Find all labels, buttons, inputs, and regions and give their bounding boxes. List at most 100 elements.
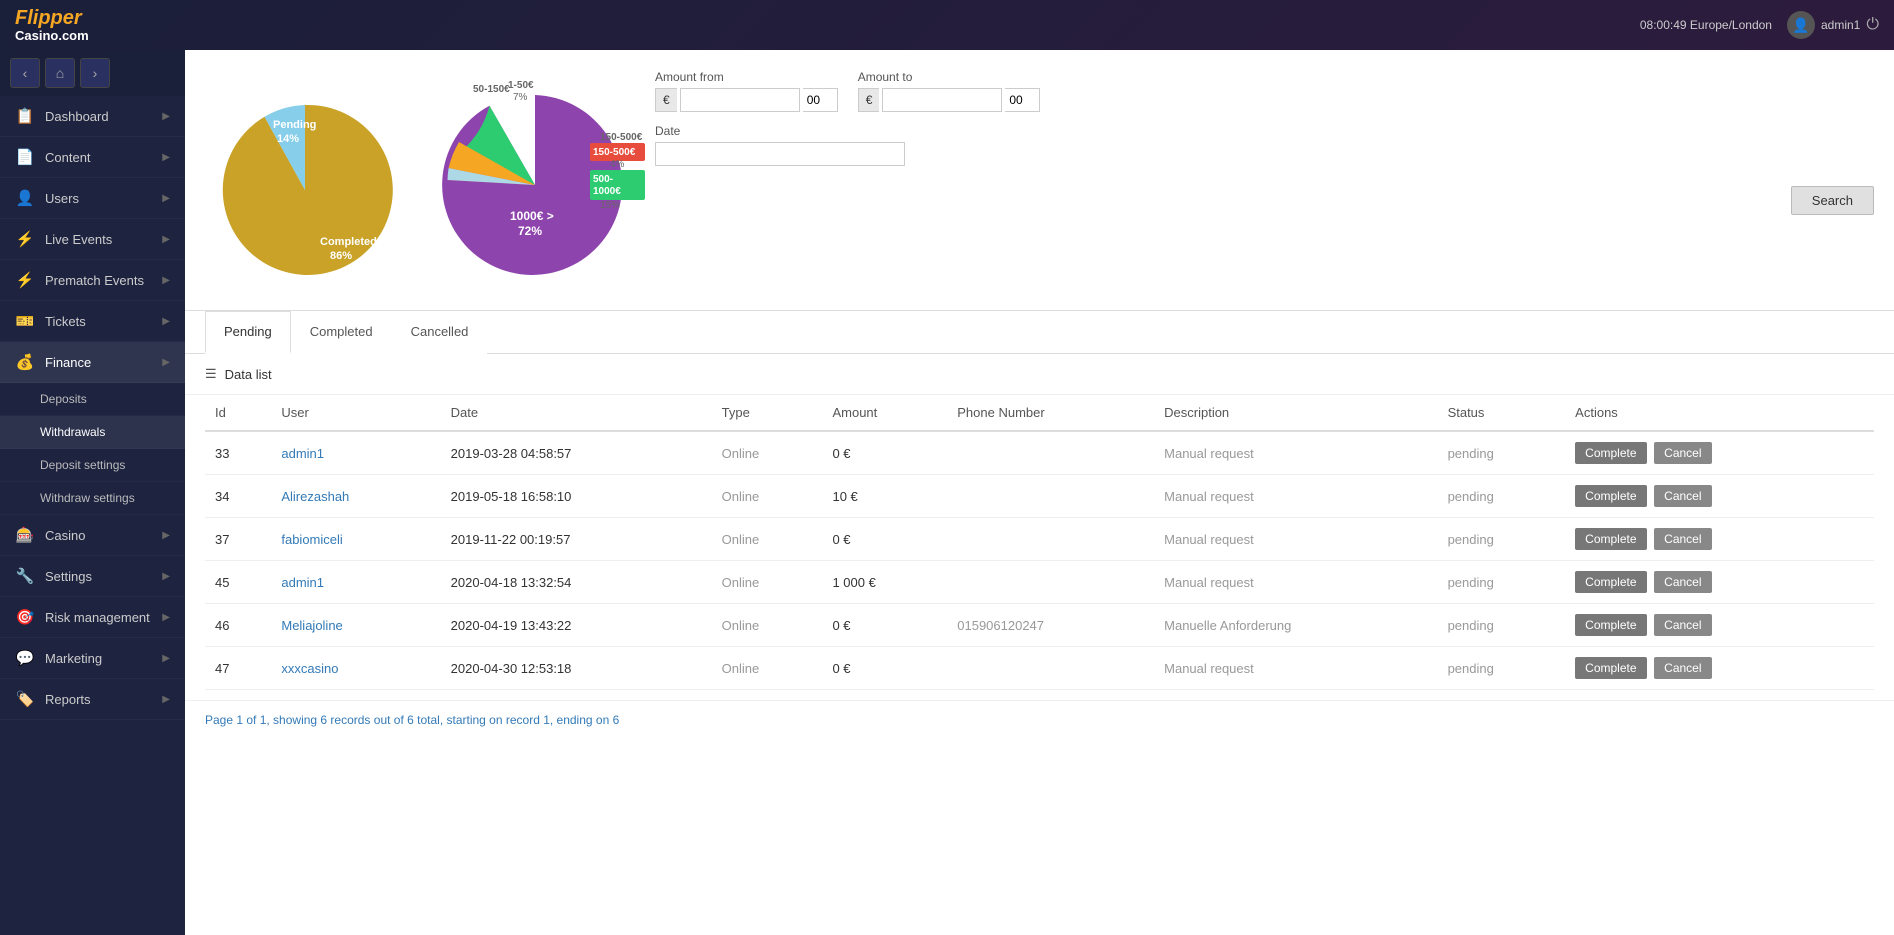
cell-user[interactable]: admin1 [271,561,440,604]
cell-date: 2020-04-19 13:43:22 [441,604,712,647]
svg-text:4%: 4% [610,159,625,170]
casino-icon: 🎰 [15,526,35,544]
cell-actions: Complete Cancel [1565,518,1874,561]
col-phone: Phone Number [947,395,1154,431]
users-icon: 👤 [15,189,35,207]
cancel-button[interactable]: Cancel [1654,485,1711,507]
cell-user[interactable]: admin1 [271,431,440,475]
sidebar-item-content[interactable]: 📄 Content ▶ [0,137,185,178]
amount-from-cents[interactable] [803,88,838,112]
cell-id: 34 [205,475,271,518]
amount-to-input[interactable] [882,88,1002,112]
list-icon: ☰ [205,366,217,382]
date-input[interactable] [655,142,905,166]
tab-pending[interactable]: Pending [205,311,291,354]
svg-text:1000€ >: 1000€ > [510,209,554,223]
cell-user[interactable]: Alirezashah [271,475,440,518]
home-nav-button[interactable]: ⌂ [45,58,75,88]
date-label: Date [655,124,1874,138]
sidebar-label-live-events: Live Events [45,232,112,247]
cell-date: 2019-05-18 16:58:10 [441,475,712,518]
cancel-button[interactable]: Cancel [1654,614,1711,636]
chevron-right-icon: ▶ [162,357,170,368]
live-events-icon: ⚡ [15,230,35,248]
sidebar-nav-controls: ‹ ⌂ › [0,50,185,96]
chevron-right-icon: ▶ [162,193,170,204]
cell-user[interactable]: Meliajoline [271,604,440,647]
svg-text:Completed: Completed [320,236,377,248]
svg-text:7%: 7% [513,92,528,103]
cell-amount: 10 € [822,475,947,518]
complete-button[interactable]: Complete [1575,571,1646,593]
content-area: Pending 14% Completed 86% [185,50,1894,935]
sidebar-sub-withdrawals[interactable]: Withdrawals [0,416,185,449]
filter-group-amount-to: Amount to € [858,70,1041,112]
chevron-right-icon: ▶ [162,530,170,541]
cell-id: 45 [205,561,271,604]
filter-row-amounts: Amount from € Amount to € [655,70,1874,112]
sidebar-sub-deposit-settings[interactable]: Deposit settings [0,449,185,482]
cancel-button[interactable]: Cancel [1654,442,1711,464]
sidebar-item-dashboard[interactable]: 📋 Dashboard ▶ [0,96,185,137]
cell-amount: 0 € [822,604,947,647]
content-icon: 📄 [15,148,35,166]
forward-nav-button[interactable]: › [80,58,110,88]
sidebar-item-risk-management[interactable]: 🎯 Risk management ▶ [0,597,185,638]
sidebar-item-tickets[interactable]: 🎫 Tickets ▶ [0,301,185,342]
sidebar-item-reports[interactable]: 🏷️ Reports ▶ [0,679,185,720]
withdraw-settings-label: Withdraw settings [40,491,135,505]
amount-from-input[interactable] [680,88,800,112]
cell-date: 2019-03-28 04:58:57 [441,431,712,475]
sidebar-item-casino[interactable]: 🎰 Casino ▶ [0,515,185,556]
tab-cancelled[interactable]: Cancelled [392,311,488,354]
chevron-right-icon: ▶ [162,234,170,245]
cell-phone: 015906120247 [947,604,1154,647]
svg-text:500-: 500- [593,174,613,185]
chevron-right-icon: ▶ [162,571,170,582]
sidebar-item-live-events[interactable]: ⚡ Live Events ▶ [0,219,185,260]
sidebar-item-finance[interactable]: 💰 Finance ▶ [0,342,185,383]
charts-container: Pending 14% Completed 86% [205,70,625,290]
complete-button[interactable]: Complete [1575,485,1646,507]
cell-user[interactable]: fabiomiceli [271,518,440,561]
cancel-button[interactable]: Cancel [1654,657,1711,679]
cell-user[interactable]: xxxcasino [271,647,440,690]
complete-button[interactable]: Complete [1575,657,1646,679]
cell-description: Manual request [1154,431,1437,475]
svg-text:14%: 14% [277,133,299,145]
sidebar-label-dashboard: Dashboard [45,109,109,124]
pie-chart-status: Pending 14% Completed 86% [205,70,405,290]
topbar-right: 08:00:49 Europe/London 👤 admin1 ⏻ [1640,11,1879,39]
cancel-button[interactable]: Cancel [1654,571,1711,593]
svg-text:50-150€: 50-150€ [473,84,510,95]
finance-icon: 💰 [15,353,35,371]
sidebar-sub-deposits[interactable]: Deposits [0,383,185,416]
sidebar-label-settings: Settings [45,569,92,584]
amount-to-cents[interactable] [1005,88,1040,112]
cancel-button[interactable]: Cancel [1654,528,1711,550]
cell-amount: 0 € [822,647,947,690]
chevron-right-icon: ▶ [162,612,170,623]
table-row: 47 xxxcasino 2020-04-30 12:53:18 Online … [205,647,1874,690]
svg-text:86%: 86% [330,250,352,262]
topbar-user[interactable]: 👤 admin1 ⏻ [1787,11,1879,39]
sidebar-item-users[interactable]: 👤 Users ▶ [0,178,185,219]
cell-id: 33 [205,431,271,475]
cell-type: Online [712,475,823,518]
search-button[interactable]: Search [1791,186,1874,215]
svg-text:1-50€: 1-50€ [508,80,534,91]
tab-completed[interactable]: Completed [291,311,392,354]
sidebar-collapse-button[interactable]: ‹ [10,58,40,88]
sidebar-item-marketing[interactable]: 💬 Marketing ▶ [0,638,185,679]
sidebar-sub-withdraw-settings[interactable]: Withdraw settings [0,482,185,515]
logout-icon[interactable]: ⏻ [1866,16,1879,34]
sidebar-item-settings[interactable]: 🔧 Settings ▶ [0,556,185,597]
complete-button[interactable]: Complete [1575,614,1646,636]
complete-button[interactable]: Complete [1575,442,1646,464]
sidebar-label-prematch: Prematch Events [45,273,144,288]
sidebar-item-prematch-events[interactable]: ⚡ Prematch Events ▶ [0,260,185,301]
complete-button[interactable]: Complete [1575,528,1646,550]
cell-description: Manual request [1154,518,1437,561]
pie-chart-amounts: 1-50€ 7% 50-150€ 150-500€ 150-500€ 4% 50… [425,70,625,290]
cell-phone [947,431,1154,475]
